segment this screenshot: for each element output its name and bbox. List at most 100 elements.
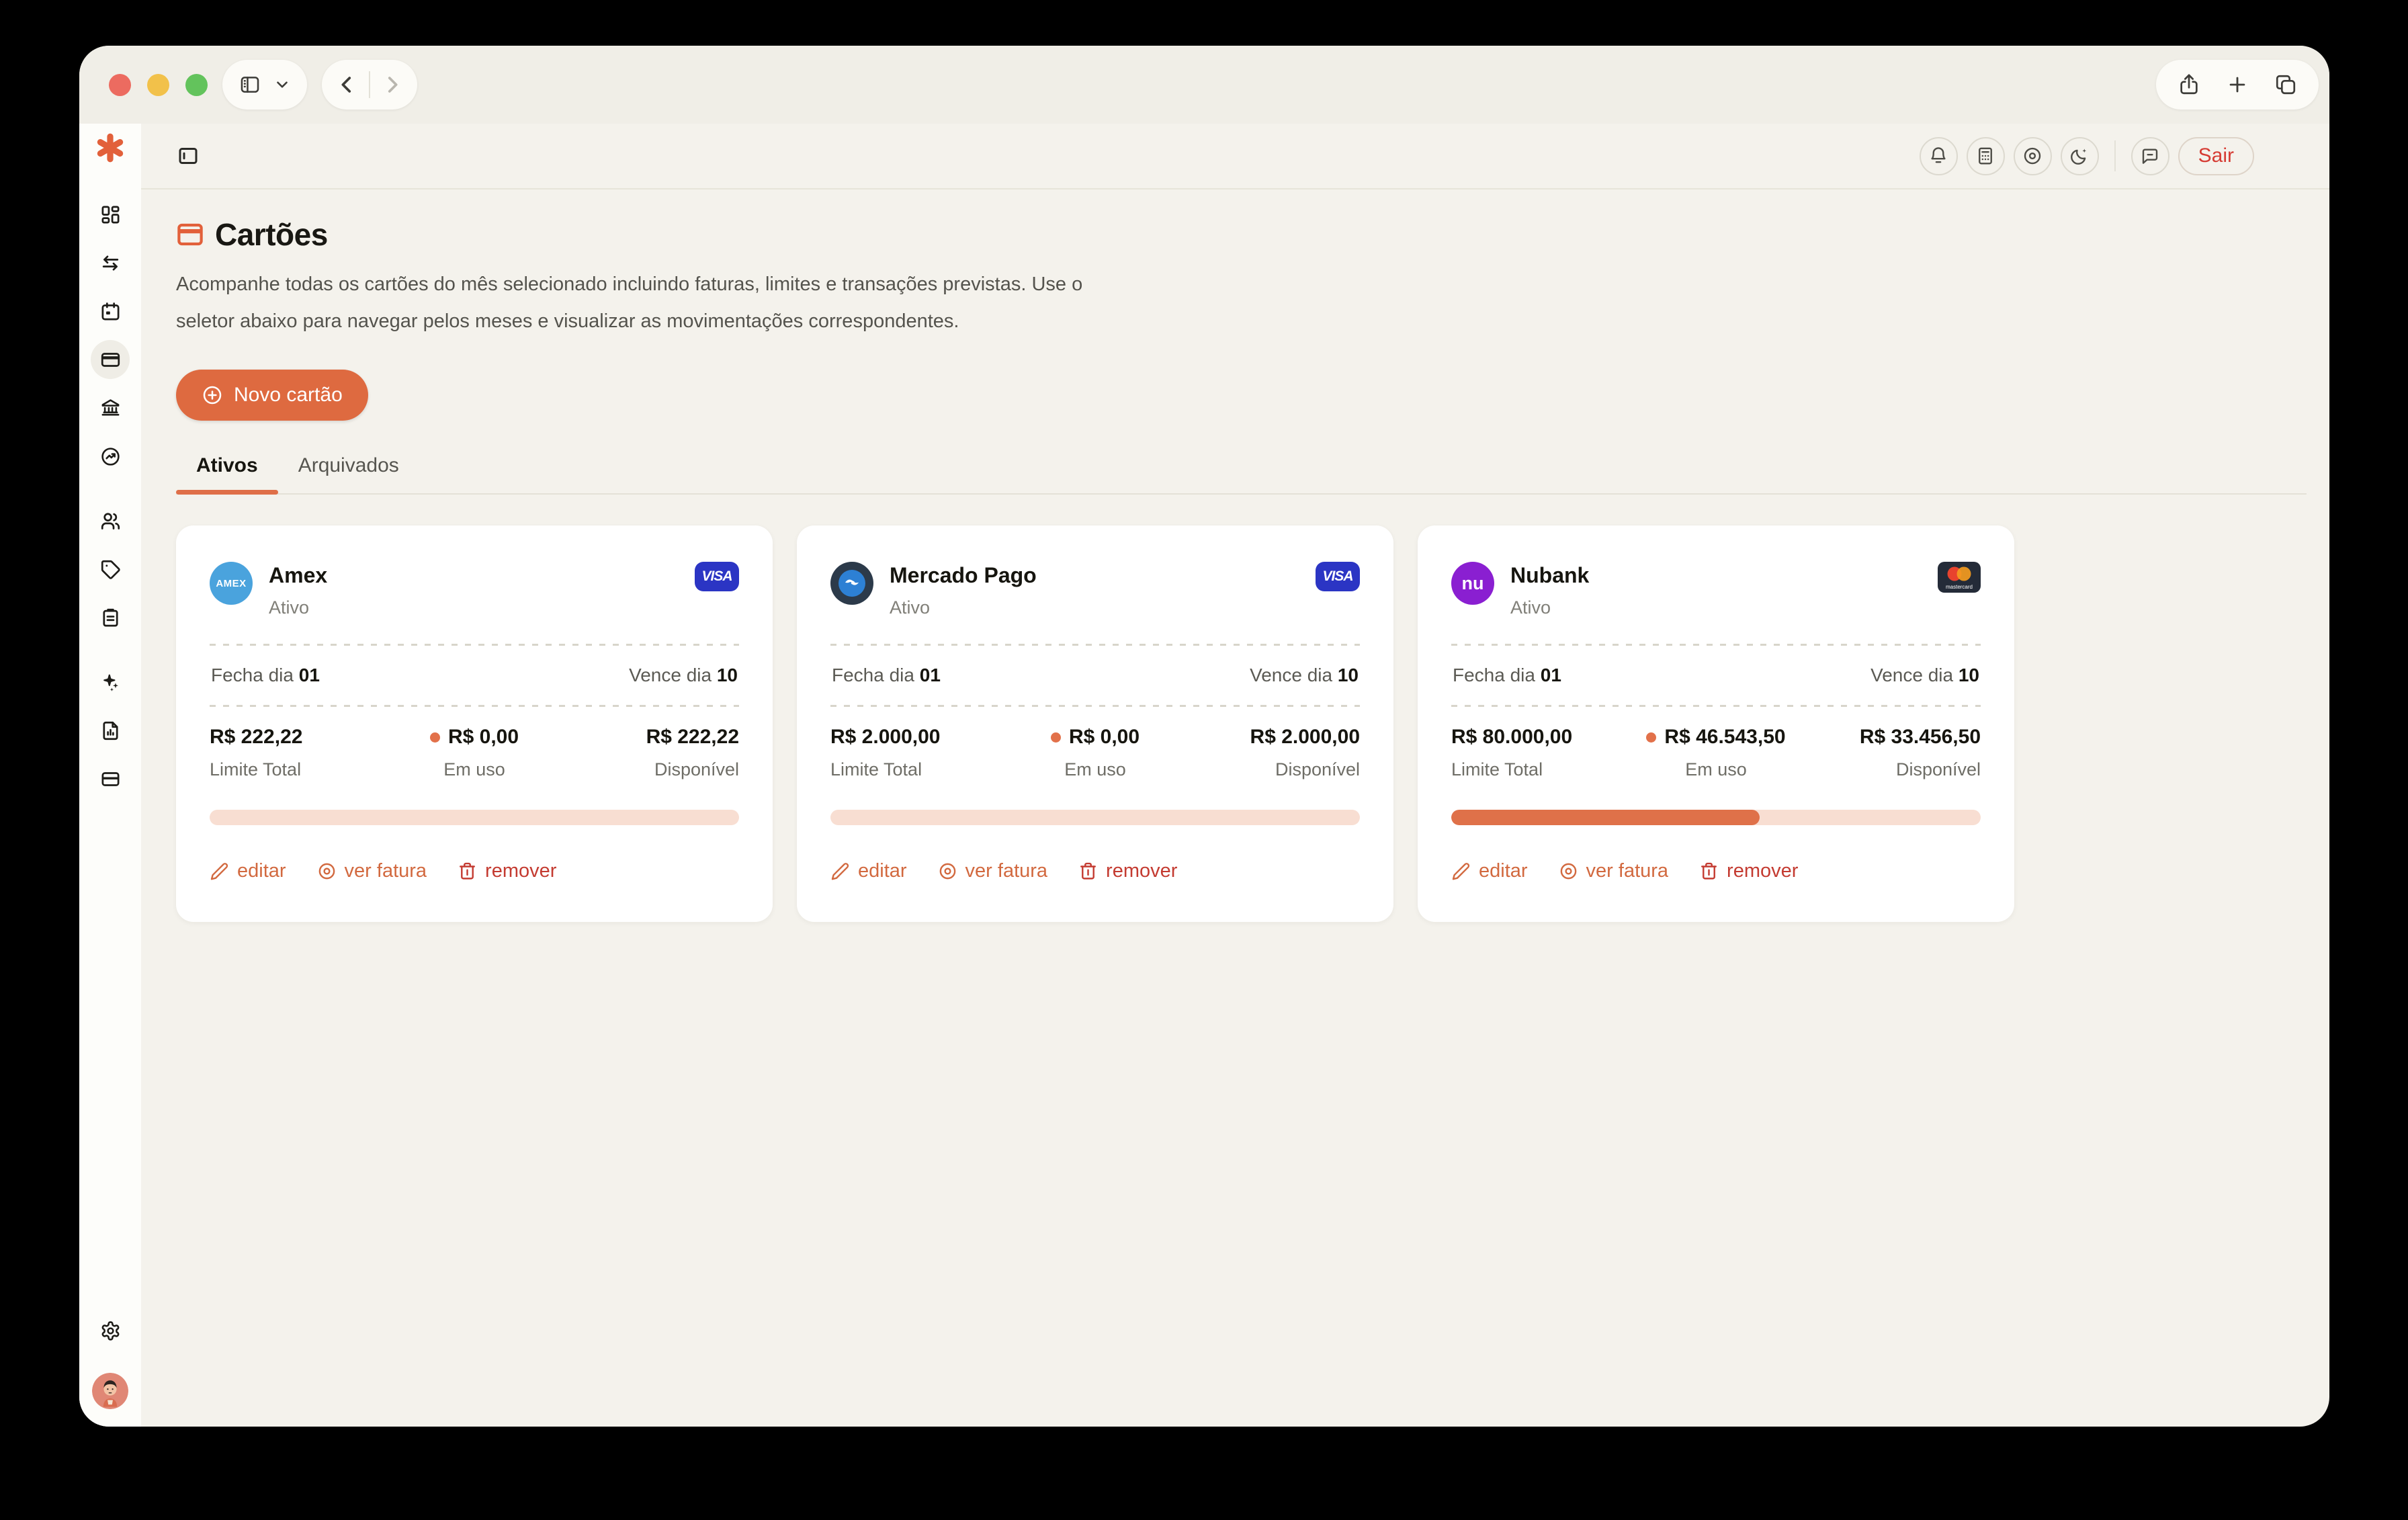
sidebar-item-calendar[interactable] [91, 292, 130, 331]
due-day: Vence dia 10 [1250, 665, 1359, 686]
dark-mode-button[interactable] [2061, 137, 2099, 175]
credit-card-item: nu Nubank Ativo mastercard Fecha dia 01 [1418, 525, 2014, 922]
sidebar-item-settings[interactable] [91, 1311, 130, 1350]
pencil-icon [830, 861, 850, 881]
toolbar-right-actions [2156, 60, 2319, 110]
notifications-bell-icon [1928, 146, 1948, 166]
calculator-icon [1975, 146, 1995, 166]
minimize-window-button[interactable] [147, 74, 169, 96]
page-title: Cartões [215, 216, 328, 253]
sidebar-item-performance[interactable] [91, 437, 130, 476]
limit-usage-bar [1451, 810, 1981, 825]
remove-card-link[interactable]: remover [458, 860, 556, 882]
sidebar-item-users[interactable] [91, 501, 130, 540]
sidebar-item-reports[interactable] [91, 711, 130, 750]
tag-icon [100, 559, 121, 580]
card-status: Ativo [1510, 597, 1589, 618]
in-use-value: R$ 0,00 [1007, 726, 1184, 749]
dark-mode-moon-icon [2069, 146, 2090, 166]
in-use-dot [1646, 732, 1656, 743]
sidebar-item-wallet[interactable] [91, 759, 130, 798]
divider [1451, 705, 1981, 707]
new-card-button[interactable]: Novo cartão [176, 370, 368, 421]
feedback-button[interactable] [2131, 137, 2169, 175]
cards-icon [100, 349, 121, 370]
tab-arquivados[interactable]: Arquivados [278, 454, 419, 493]
new-tab-icon[interactable] [2226, 73, 2249, 96]
view-invoice-link[interactable]: ver fatura [938, 860, 1048, 882]
mastercard-brand-icon: mastercard [1938, 562, 1981, 593]
edit-card-link[interactable]: editar [1451, 860, 1528, 882]
card-name: Nubank [1510, 563, 1589, 588]
close-window-button[interactable] [109, 74, 131, 96]
mercado-pago-avatar [830, 562, 873, 605]
cards-grid: AMEX Amex Ativo VISA Fecha dia 01 Vence … [176, 525, 2307, 922]
edit-card-link[interactable]: editar [830, 860, 907, 882]
sidebar-toggle-icon[interactable] [239, 73, 261, 96]
card-name: Mercado Pago [890, 563, 1037, 588]
close-day: Fecha dia 01 [211, 665, 320, 686]
sidebar-toggle-group [222, 60, 307, 110]
performance-icon [100, 446, 121, 467]
navigation-buttons [322, 60, 417, 110]
tabs-bar: Ativos Arquivados [176, 454, 2307, 495]
in-use-dot [1051, 732, 1061, 743]
limit-usage-bar [830, 810, 1360, 825]
visa-brand-icon: VISA [1316, 562, 1360, 591]
edit-card-link[interactable]: editar [210, 860, 286, 882]
card-status: Ativo [890, 597, 1037, 618]
divider [830, 705, 1360, 707]
limit-usage-bar [210, 810, 739, 825]
due-day: Vence dia 10 [629, 665, 738, 686]
wallet-icon [100, 769, 121, 790]
logout-button[interactable]: Sair [2178, 137, 2254, 175]
forward-icon[interactable] [381, 73, 404, 96]
sidebar-item-ai[interactable] [91, 663, 130, 702]
credit-card-item: AMEX Amex Ativo VISA Fecha dia 01 Vence … [176, 525, 773, 922]
close-day: Fecha dia 01 [832, 665, 941, 686]
pencil-icon [210, 861, 229, 881]
cards-title-icon [176, 220, 204, 249]
back-icon[interactable] [335, 73, 358, 96]
svg-text:mastercard: mastercard [1946, 584, 1973, 590]
share-icon[interactable] [2178, 73, 2200, 96]
handshake-icon [838, 570, 865, 597]
in-use-value: R$ 46.543,50 [1628, 726, 1805, 749]
ai-sparkles-icon [100, 672, 121, 693]
sidebar-item-banks[interactable] [91, 388, 130, 427]
tab-ativos[interactable]: Ativos [176, 454, 278, 493]
invoice-eye-icon [938, 861, 957, 881]
app-header: Sair [141, 124, 2329, 189]
remove-card-link[interactable]: remover [1078, 860, 1177, 882]
privacy-eye-button[interactable] [2014, 137, 2052, 175]
invoice-eye-icon [1559, 861, 1578, 881]
settings-gear-icon [100, 1320, 121, 1341]
view-invoice-link[interactable]: ver fatura [1559, 860, 1669, 882]
divider [2114, 140, 2116, 171]
asterisk-logo [94, 132, 126, 164]
sidebar-item-dashboard[interactable] [91, 195, 130, 234]
calculator-button[interactable] [1967, 137, 2005, 175]
panel-toggle-icon[interactable] [176, 144, 200, 168]
sidebar-item-cards[interactable] [91, 340, 130, 379]
remove-card-link[interactable]: remover [1699, 860, 1798, 882]
limit-total-value: R$ 222,22 [210, 726, 386, 749]
available-value: R$ 222,22 [562, 726, 739, 749]
notifications-button[interactable] [1920, 137, 1958, 175]
close-day: Fecha dia 01 [1453, 665, 1561, 686]
chevron-down-icon[interactable] [273, 76, 291, 93]
tab-overview-icon[interactable] [2274, 73, 2297, 96]
maximize-window-button[interactable] [185, 74, 208, 96]
nubank-avatar: nu [1451, 562, 1494, 605]
user-avatar[interactable] [92, 1373, 128, 1409]
tasks-icon [100, 607, 121, 628]
limit-total-value: R$ 80.000,00 [1451, 726, 1628, 749]
bank-icon [100, 398, 121, 419]
view-invoice-link[interactable]: ver fatura [317, 860, 427, 882]
amex-avatar: AMEX [210, 562, 253, 605]
visa-brand-icon: VISA [695, 562, 739, 591]
sidebar-item-tasks[interactable] [91, 598, 130, 637]
sidebar-item-transfers[interactable] [91, 243, 130, 282]
limit-total-value: R$ 2.000,00 [830, 726, 1007, 749]
sidebar-item-tags[interactable] [91, 550, 130, 589]
